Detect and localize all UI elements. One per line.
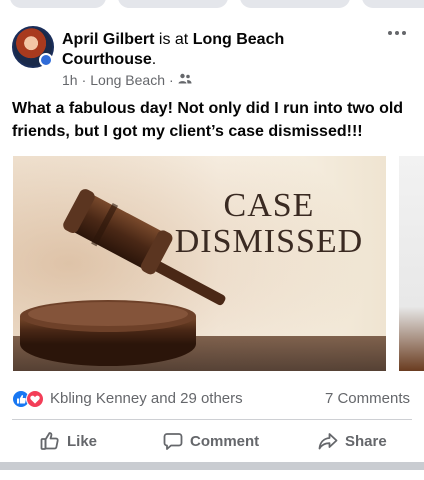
top-strip: [0, 0, 424, 14]
like-icon: [40, 431, 60, 451]
post-actions: Like Comment Share: [0, 424, 424, 458]
post-header: April Gilbert is at Long Beach Courthous…: [12, 26, 412, 90]
caption-line: CASE: [223, 187, 315, 224]
more-options-icon[interactable]: [388, 28, 408, 38]
comment-icon: [163, 431, 183, 451]
photo-gallery: CASE DISMISSED: [0, 148, 424, 380]
story-pill[interactable]: [240, 0, 350, 8]
like-button[interactable]: Like: [40, 424, 97, 458]
actions-divider: [12, 419, 412, 420]
comments-count[interactable]: 7 Comments: [325, 390, 410, 407]
comment-button[interactable]: Comment: [163, 424, 259, 458]
reaction-summary: Kbling Kenney and 29 others 7 Comments: [12, 388, 412, 410]
comment-label: Comment: [190, 432, 260, 450]
post-headline: April Gilbert is at Long Beach Courthous…: [62, 30, 362, 70]
story-pill[interactable]: [10, 0, 106, 8]
friends-icon: [178, 72, 192, 88]
reaction-icons[interactable]: [12, 390, 46, 408]
love-reaction-icon: [26, 390, 44, 408]
share-button[interactable]: Share: [318, 424, 387, 458]
post-meta: 1h · Long Beach ·: [62, 72, 192, 88]
meta-separator: ·: [168, 72, 174, 88]
headline-suffix: .: [151, 51, 157, 68]
share-label: Share: [345, 432, 387, 450]
next-photo-preview[interactable]: [399, 156, 424, 371]
post-location[interactable]: Long Beach: [90, 72, 165, 88]
meta-separator: ·: [81, 72, 87, 88]
story-pill[interactable]: [118, 0, 228, 8]
reaction-names[interactable]: Kbling Kenney and 29 others: [50, 390, 243, 407]
avatar-badge: [39, 53, 53, 67]
post-time[interactable]: 1h: [62, 72, 78, 88]
post-photo[interactable]: CASE DISMISSED: [13, 156, 386, 371]
author-name[interactable]: April Gilbert: [62, 31, 154, 48]
share-icon: [318, 431, 338, 451]
feed-separator: [0, 462, 424, 470]
post-text: What a fabulous day! Not only did I run …: [12, 100, 404, 140]
like-label: Like: [67, 432, 98, 450]
story-pill[interactable]: [362, 0, 424, 8]
photo-caption: CASE DISMISSED: [159, 188, 379, 260]
headline-connector: is at: [154, 31, 193, 48]
caption-line: DISMISSED: [174, 223, 364, 260]
